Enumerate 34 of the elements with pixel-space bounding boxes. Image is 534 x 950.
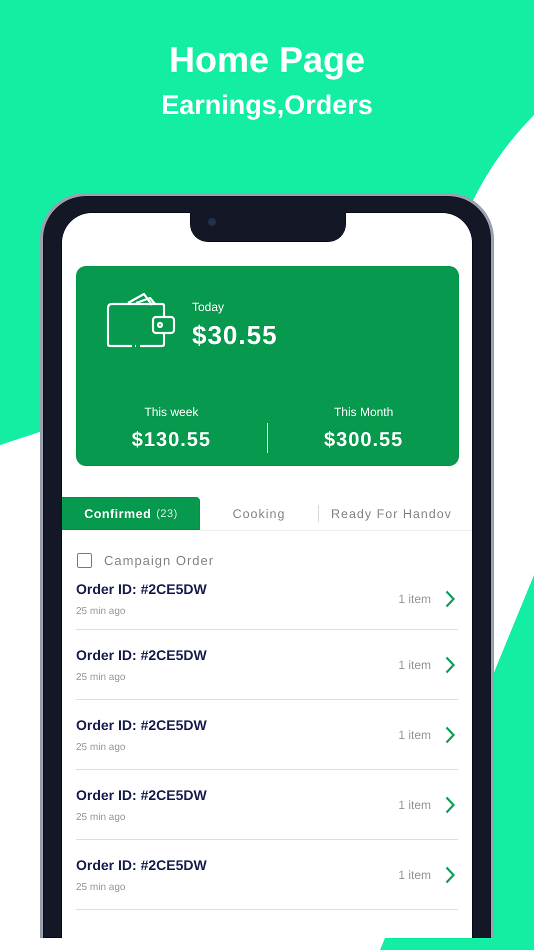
chevron-right-icon[interactable] xyxy=(445,590,455,608)
order-tab[interactable]: Cooking xyxy=(200,497,318,530)
order-time: 25 min ago xyxy=(76,672,126,682)
item-count: 1 item xyxy=(398,728,431,742)
wallet-icon xyxy=(106,292,176,348)
today-label: Today xyxy=(192,300,226,314)
order-id: Order ID: #2CE5DW xyxy=(76,646,208,662)
chevron-right-icon[interactable] xyxy=(445,726,455,744)
order-id: Order ID: #2CE5DW xyxy=(76,856,208,872)
period-label: This Month xyxy=(334,404,394,418)
chevron-right-icon[interactable] xyxy=(445,866,455,884)
item-count: 1 item xyxy=(398,592,431,606)
page-subtitle: Earnings,Orders xyxy=(161,89,373,122)
checkbox-label: Campaign Order xyxy=(104,553,214,568)
order-tab[interactable]: Confirmed (23) xyxy=(62,497,200,530)
period-amount: $300.55 xyxy=(324,428,404,452)
page-title: Home Page xyxy=(168,38,366,82)
today-amount: $30.55 xyxy=(192,320,278,351)
order-tab[interactable]: Ready For Handov xyxy=(319,497,464,530)
item-count: 1 item xyxy=(398,658,431,672)
order-id: Order ID: #2CE5DW xyxy=(76,786,208,802)
item-count: 1 item xyxy=(398,868,431,882)
checkbox[interactable] xyxy=(77,553,92,568)
order-time: 25 min ago xyxy=(76,812,126,822)
period-amount: $130.55 xyxy=(132,428,212,452)
order-time: 25 min ago xyxy=(76,882,126,892)
order-time: 25 min ago xyxy=(76,742,126,752)
item-count: 1 item xyxy=(398,798,431,812)
chevron-right-icon[interactable] xyxy=(445,656,455,674)
period-label: This week xyxy=(144,404,198,418)
order-id: Order ID: #2CE5DW xyxy=(76,580,208,596)
chevron-right-icon[interactable] xyxy=(445,796,455,814)
order-id: Order ID: #2CE5DW xyxy=(76,716,208,732)
order-time: 25 min ago xyxy=(76,606,126,616)
